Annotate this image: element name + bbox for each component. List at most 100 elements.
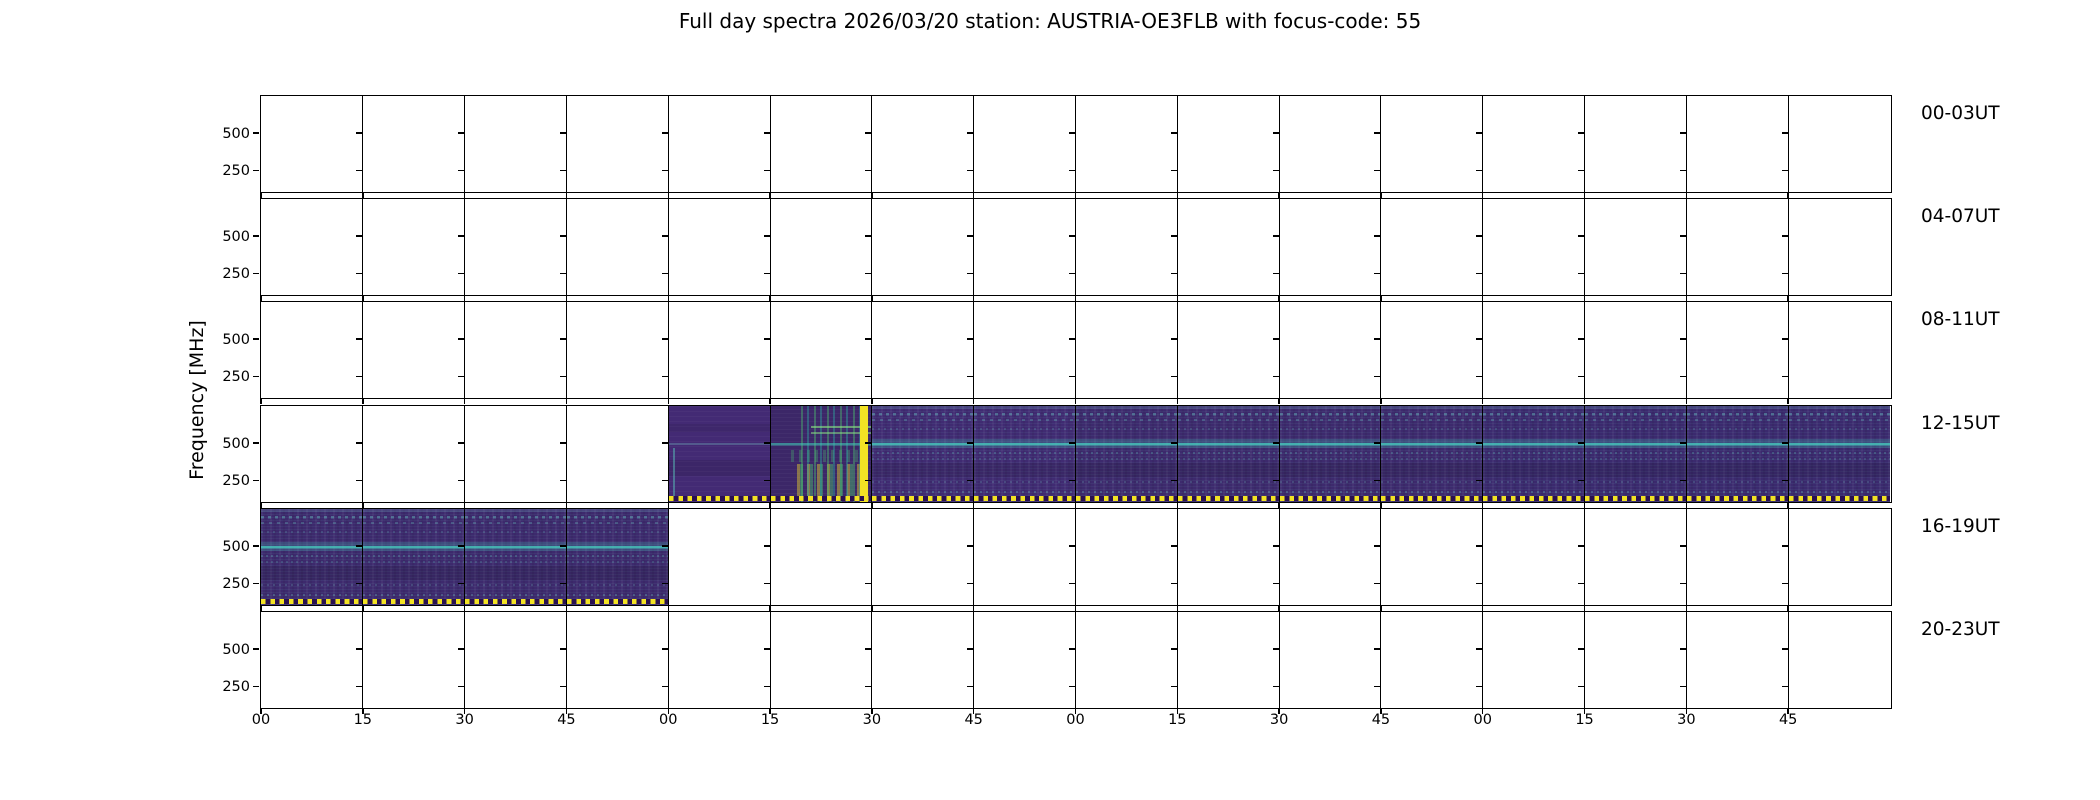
x-tick [463,294,466,301]
y-tick [1374,442,1381,444]
x-tick [1074,707,1077,714]
y-tick [1578,132,1585,134]
spectrogram-cell-empty [565,95,668,192]
y-tick-label: 500 [222,331,250,348]
y-tick [1374,272,1381,275]
y-tick [458,648,465,650]
y-tick [1374,685,1381,688]
spectrogram-cell-empty [1584,301,1686,398]
x-tick [1685,707,1688,714]
y-tick [661,132,668,134]
x-tick-label: 45 [1371,712,1391,728]
y-tick [356,685,363,688]
x-tick [1583,397,1586,404]
x-tick [871,604,873,611]
spectrogram-cell-empty [260,198,363,295]
y-tick [1781,235,1788,237]
x-tick [362,604,364,611]
x-tick [1176,707,1178,714]
y-tick-label: 500 [222,125,250,142]
spectrogram-cell-empty [565,405,668,502]
x-tick-label: 45 [1778,712,1798,728]
spectrogram-cell-data [1176,405,1279,502]
y-tick [356,132,363,134]
y-tick [1170,442,1177,444]
x-tick [1482,294,1484,301]
y-tick [1679,132,1686,134]
x-tick [1787,707,1789,714]
spectrogram-cell-empty [769,611,872,708]
y-tick [458,685,465,688]
x-tick [769,707,771,714]
spectrogram-row-00-03ut [253,94,1892,198]
x-tick [260,397,262,404]
y-tick [253,479,259,482]
spectrogram-cell-empty [464,198,566,295]
y-tick [1069,272,1075,275]
y-tick [1170,235,1177,237]
x-tick [1482,501,1484,508]
x-tick [972,604,975,611]
y-tick [458,582,465,585]
x-tick-label: 30 [862,712,882,728]
x-tick [667,397,669,404]
spectrogram-cell-empty [260,95,363,192]
x-tick [769,294,771,301]
x-tick [565,397,568,404]
spectrogram-cell-empty [973,611,1075,708]
x-tick [1278,294,1280,301]
y-tick [458,479,465,482]
y-tick [1069,132,1075,134]
x-tick-label: 00 [1473,712,1492,728]
y-tick [1476,545,1483,547]
y-tick [1578,235,1585,237]
spectrogram-row-12-15ut [253,404,1892,508]
y-tick [1578,479,1585,482]
x-tick [1482,397,1484,404]
x-tick [362,294,364,301]
y-tick [253,582,259,585]
y-tick [559,545,566,547]
x-tick-label: 15 [1575,712,1594,728]
y-tick-label: 250 [222,369,250,385]
x-tick [463,191,466,198]
y-tick [1272,272,1279,275]
spectrogram-cell-empty [1380,198,1483,295]
spectrogram-cell-empty [1278,301,1381,398]
y-tick [1272,132,1279,134]
y-tick [1679,648,1686,650]
y-tick [865,132,872,134]
y-tick [1679,545,1686,547]
x-tick-label: 15 [353,712,373,728]
spectrogram-cell-data [1685,405,1788,502]
spectrogram-cell-data [769,405,872,502]
x-tick [1583,604,1586,611]
y-tick [1679,685,1686,688]
y-tick [253,375,259,378]
x-tick [769,604,771,611]
spectrogram-cell-empty [1787,508,1890,605]
spectrogram-cell-data [1278,405,1381,502]
y-tick [967,582,974,585]
x-tick [1787,397,1789,404]
x-tick [1685,191,1688,198]
y-tick [763,375,770,378]
y-tick [1679,169,1686,172]
x-tick [1380,191,1382,198]
spectrogram-cell-empty [1584,198,1686,295]
y-tick [865,235,872,237]
spectrogram-cell-empty [362,405,465,502]
spectrogram-cell-data [973,405,1075,502]
y-tick [865,272,872,275]
x-tick [667,191,669,198]
spectrogram-cell-empty [871,611,974,708]
spectrogram-cell-data [464,508,566,605]
x-tick [1380,294,1382,301]
x-tick [1278,191,1280,198]
spectrogram-cell-empty [973,198,1075,295]
y-tick [865,685,872,688]
y-tick [559,582,566,585]
y-tick [356,582,363,585]
y-tick [763,169,770,172]
spectrogram-cell-empty [1685,198,1788,295]
